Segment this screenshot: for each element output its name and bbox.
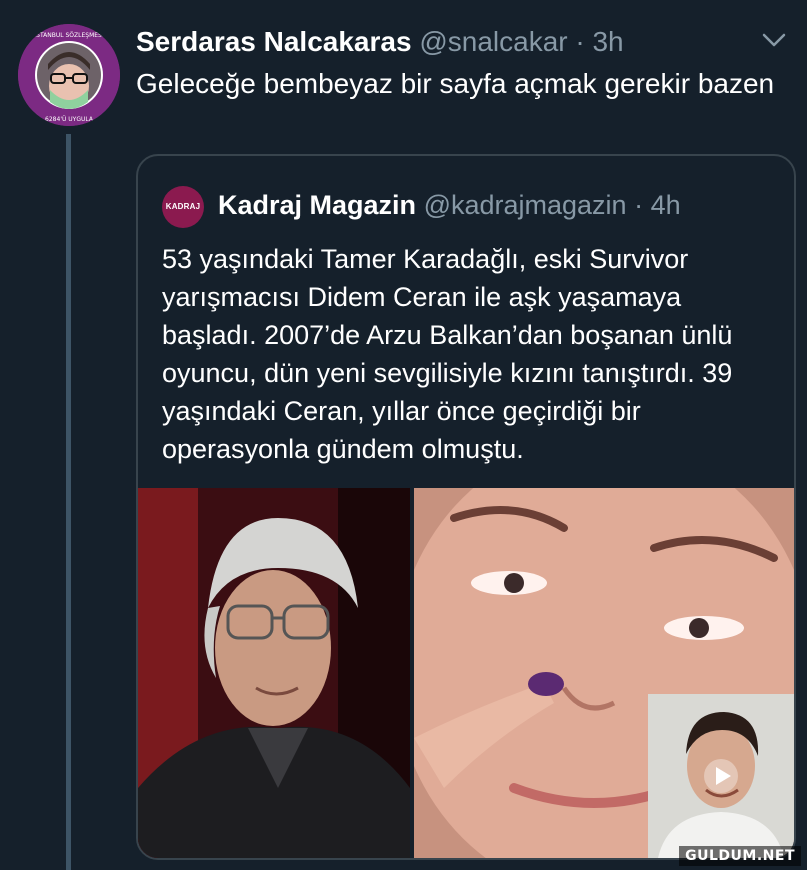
- tweet-time[interactable]: 3h: [592, 26, 623, 57]
- quoted-author-name[interactable]: Kadraj Magazin: [218, 190, 416, 220]
- quoted-time[interactable]: 4h: [651, 190, 681, 220]
- chevron-down-icon[interactable]: [760, 28, 788, 52]
- media-photo-right[interactable]: [414, 488, 794, 858]
- quoted-header: Kadraj Magazin @kadrajmagazin · 4h: [218, 188, 681, 222]
- thread-line: [66, 134, 71, 870]
- video-call-pip[interactable]: [648, 694, 794, 858]
- author-avatar[interactable]: İSTANBUL SÖZLEŞMESİ 6284'Ü UYGULA: [18, 24, 120, 126]
- tweet-header: Serdaras Nalcakaras @snalcakar · 3h: [136, 26, 624, 58]
- watermark-text: GULDUM.NET: [679, 846, 801, 866]
- quoted-media[interactable]: [138, 488, 794, 858]
- tweet-text: Geleceğe bembeyaz bir sayfa açmak gereki…: [136, 68, 775, 99]
- quoted-tweet[interactable]: KADRAJ Kadraj Magazin @kadrajmagazin · 4…: [136, 154, 796, 860]
- media-photo-left[interactable]: [138, 488, 410, 858]
- quoted-author-handle[interactable]: @kadrajmagazin: [424, 190, 627, 220]
- play-icon[interactable]: [703, 758, 739, 794]
- quoted-text: 53 yaşındaki Tamer Karadağlı, eski Survi…: [162, 244, 733, 464]
- header-separator: ·: [575, 26, 585, 57]
- quoted-author-avatar[interactable]: KADRAJ: [162, 186, 204, 228]
- svg-text:İSTANBUL SÖZLEŞMESİ: İSTANBUL SÖZLEŞMESİ: [34, 32, 103, 39]
- author-handle[interactable]: @snalcakar: [419, 26, 567, 57]
- tweet-card[interactable]: İSTANBUL SÖZLEŞMESİ 6284'Ü UYGULA Serdar…: [0, 0, 807, 870]
- author-name[interactable]: Serdaras Nalcakaras: [136, 26, 412, 57]
- svg-text:6284'Ü UYGULA: 6284'Ü UYGULA: [45, 116, 94, 123]
- avatar-image: İSTANBUL SÖZLEŞMESİ 6284'Ü UYGULA: [18, 24, 120, 126]
- quoted-logo-text: KADRAJ: [165, 202, 201, 211]
- man-with-glasses-image: [138, 488, 410, 858]
- quoted-header-separator: ·: [634, 190, 644, 220]
